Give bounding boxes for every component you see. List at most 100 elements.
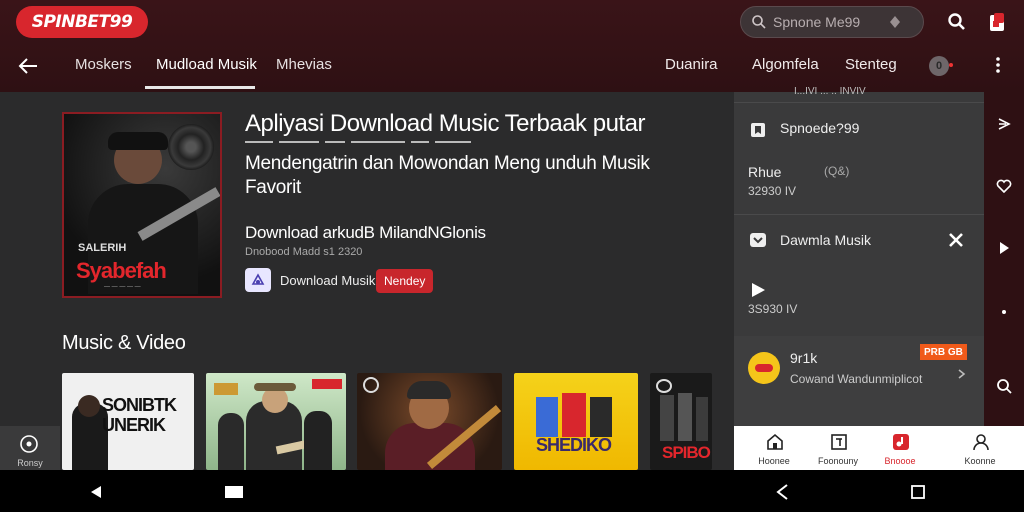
- card-figure: [678, 393, 692, 441]
- home-icon: [767, 433, 783, 450]
- card-figure: [562, 393, 586, 437]
- inbox-icon: [748, 230, 768, 250]
- recents-icon[interactable]: [908, 482, 928, 502]
- cover-fineprint: — — — — —: [104, 284, 141, 290]
- page-headline: Apliyasi Download Music Terbaak putar: [245, 110, 645, 137]
- logo-text: SPINBET99: [31, 12, 133, 32]
- card-figure-head: [78, 395, 100, 417]
- app-root: SPINBET99 Spnone Me99 Moskers Mudload Mu…: [0, 0, 1024, 512]
- section-title: Music & Video: [62, 332, 186, 354]
- cover-title: SALERIH: [78, 242, 127, 254]
- chevron-right-icon[interactable]: [956, 366, 966, 379]
- promo-badge: PRB GB: [920, 344, 967, 360]
- bottom-nav: Hoonee Foonouny Bnoooe Koonne: [734, 426, 1024, 470]
- media-card[interactable]: SHEDIKO: [514, 373, 638, 470]
- card-figure: [536, 397, 558, 437]
- notification-button[interactable]: [985, 9, 1011, 35]
- media-card[interactable]: [357, 373, 502, 470]
- card-logo: [656, 379, 672, 393]
- card-figure: [304, 411, 332, 470]
- arrow-left-icon: [18, 58, 37, 74]
- side-item-meta: 32930 IV: [748, 184, 797, 198]
- nav-profile[interactable]: Koonne: [944, 426, 1016, 470]
- card-label: SONIBTK UNERIK: [102, 395, 177, 435]
- more-menu-button[interactable]: [985, 52, 1011, 78]
- media-card[interactable]: SONIBTK UNERIK: [62, 373, 194, 470]
- nav-home-label: Hoonee: [758, 456, 790, 466]
- notification-icon: [990, 13, 1004, 31]
- page-subheadline: Mendengatrin dan Mowondan Meng unduh Mus…: [245, 153, 650, 198]
- left-float-label: Ronsy: [17, 458, 43, 468]
- new-badge[interactable]: Nendey: [376, 269, 434, 293]
- promo-title: 9r1k: [790, 350, 818, 366]
- main-content: SALERIH Syabefah — — — — — Apliyasi Down…: [0, 92, 734, 470]
- search-icon[interactable]: [984, 374, 1024, 398]
- play-icon: [748, 280, 768, 300]
- tab-stenteg[interactable]: Stenteg: [845, 56, 897, 73]
- side-item[interactable]: 3S930 IV: [734, 274, 984, 324]
- tab-moskers[interactable]: Moskers: [75, 56, 132, 73]
- media-card[interactable]: [206, 373, 346, 470]
- promo-card[interactable]: 9r1k Cowand Wandunmiplicot PRB GB: [734, 336, 984, 426]
- card-hat: [254, 383, 296, 391]
- nav-home[interactable]: Hoonee: [738, 426, 810, 470]
- album-cover[interactable]: SALERIH Syabefah — — — — —: [62, 112, 222, 298]
- play-icon[interactable]: [984, 236, 1024, 260]
- download-musik-link[interactable]: Download Musik: [280, 273, 375, 288]
- card-figure: [696, 397, 708, 441]
- share-icon[interactable]: [984, 112, 1024, 136]
- search-icon: [948, 13, 965, 30]
- back-button[interactable]: [14, 53, 42, 79]
- card-brand-tag: [312, 379, 342, 389]
- top-header: SPINBET99 Spnone Me99 Moskers Mudload Mu…: [0, 0, 1024, 92]
- download-meta: Dnobood Madd s1 2320: [245, 246, 363, 258]
- side-item-label: Spnoede?99: [780, 120, 860, 136]
- card-figure: [218, 413, 244, 470]
- radio-icon: [20, 435, 38, 453]
- app-icon[interactable]: [245, 268, 271, 292]
- search-bar[interactable]: [740, 6, 924, 38]
- side-item-title: Rhue: [748, 164, 782, 180]
- tab-duanira[interactable]: Duanira: [665, 56, 718, 73]
- media-card[interactable]: SPIBO: [650, 373, 712, 470]
- close-icon[interactable]: [946, 230, 966, 250]
- music-note-icon: [251, 273, 265, 285]
- brand-logo[interactable]: SPINBET99: [16, 6, 148, 38]
- cover-subtitle: Syabefah: [76, 258, 167, 283]
- left-floating-button[interactable]: Ronsy: [0, 426, 60, 470]
- right-rail: [984, 92, 1024, 426]
- card-logo: [363, 377, 379, 393]
- back-chevron-icon[interactable]: [772, 482, 792, 502]
- bookmark-icon: [748, 120, 768, 140]
- tab-mudload-musik[interactable]: Mudload Musik: [156, 56, 257, 73]
- cover-figure-hat: [108, 132, 168, 150]
- mic-icon[interactable]: [889, 15, 901, 29]
- side-item[interactable]: Spnoede?99: [734, 110, 984, 146]
- sun-icon: [748, 352, 780, 384]
- back-triangle-icon[interactable]: [86, 482, 106, 502]
- nav-music-label: Bnoooe: [884, 456, 916, 466]
- nav-profile-label: Koonne: [964, 456, 996, 466]
- more-vertical-icon: [996, 57, 1000, 73]
- search-button[interactable]: [944, 9, 970, 35]
- dot-indicator: [984, 300, 1024, 324]
- search-input[interactable]: [773, 14, 883, 30]
- side-item[interactable]: Rhue (Q&) 32930 IV: [734, 158, 984, 208]
- profile-icon: [973, 434, 989, 451]
- speaker-graphic: [168, 124, 214, 170]
- music-app-icon: [893, 434, 909, 450]
- heart-icon[interactable]: [984, 174, 1024, 198]
- card-tag: [214, 383, 238, 395]
- tab-algomfela[interactable]: Algomfela: [752, 56, 819, 73]
- status-badge[interactable]: 0: [929, 56, 953, 76]
- download-title[interactable]: Download arkudB MilandNGlonis: [245, 223, 486, 243]
- tab-mhevias[interactable]: Mhevias: [276, 56, 332, 73]
- home-square-icon[interactable]: [224, 482, 244, 502]
- divider: [734, 214, 984, 215]
- card-figure: [590, 397, 612, 437]
- nav-music[interactable]: Bnoooe: [864, 426, 936, 470]
- card-label: SPIBO: [662, 443, 711, 462]
- side-item-download[interactable]: Dawmla Musik: [734, 222, 984, 262]
- side-item-meta: 3S930 IV: [748, 302, 798, 316]
- side-panel-faint-text: I...IVI ... .. INVIV: [794, 86, 866, 97]
